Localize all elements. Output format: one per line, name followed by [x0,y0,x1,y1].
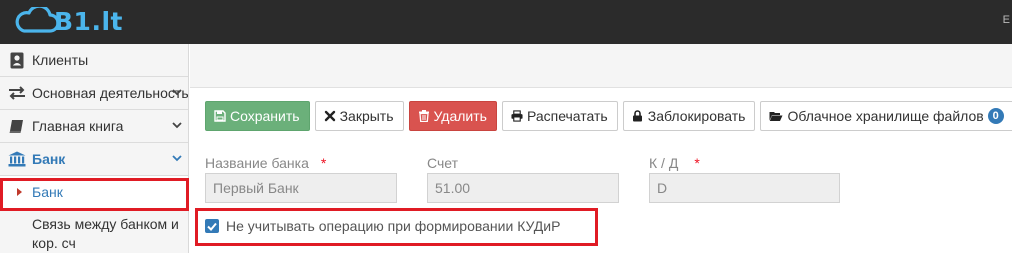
file-count-badge: 0 [987,108,1004,124]
lock-button[interactable]: Заблокировать [622,101,756,131]
sidebar-item-bank[interactable]: Банк [0,143,188,176]
kudir-exclude-option[interactable]: Не учитывать операцию при формировании К… [205,218,560,234]
trash-icon [418,110,430,122]
sidebar-subitem-bank[interactable]: Банк [0,176,188,209]
logo[interactable]: B1.lt [14,3,123,39]
sidebar-item-main-activity[interactable]: Основная деятельность [0,77,188,110]
sidebar-item-clients[interactable]: Клиенты [0,44,188,77]
sidebar-item-label: Банк [32,151,66,167]
kd-label-text: К / Д [649,155,679,171]
kudir-exclude-checkbox[interactable] [205,219,219,233]
close-icon [324,110,336,122]
caret-right-icon [17,188,22,196]
sidebar: Клиенты Основная деятельность Главная кн… [0,44,189,253]
toolbar: Сохранить Закрыть Удалить Распечатать За… [205,101,1012,131]
folder-open-icon [769,110,783,122]
bank-name-label-text: Название банка [205,155,309,171]
account-label: Счет [427,155,458,171]
save-button[interactable]: Сохранить [205,101,310,131]
kd-field[interactable]: D [649,173,840,203]
cloud-storage-button[interactable]: Облачное хранилище файлов 0 [760,101,1012,131]
close-button-label: Закрыть [339,108,394,124]
lock-button-label: Заблокировать [647,108,746,124]
sidebar-subitem-bank-link[interactable]: Связь между банком и кор. сч [0,209,188,253]
top-right-menu[interactable]: E [1003,14,1010,26]
delete-button-label: Удалить [433,108,487,124]
print-button[interactable]: Распечатать [501,101,618,131]
required-mark: * [320,155,327,171]
sidebar-item-general-ledger[interactable]: Главная книга [0,110,188,143]
content-header [190,44,1012,88]
sidebar-item-label: Основная деятельность [32,85,189,101]
sidebar-subitem-label: Банк [32,184,63,200]
logo-text: B1.lt [54,6,123,36]
print-button-label: Распечатать [526,108,608,124]
cloud-storage-label: Облачное хранилище файлов [787,108,984,124]
sidebar-item-label: Клиенты [32,52,89,68]
save-icon [214,110,226,122]
checkmark-icon [207,222,217,231]
exchange-arrows-icon [8,84,26,102]
kd-label: К / Д * [649,155,700,171]
top-bar: B1.lt E [0,0,1012,44]
account-label-text: Счет [427,155,458,171]
bank-name-field[interactable]: Первый Банк [205,173,397,203]
lock-icon [632,110,644,122]
save-button-label: Сохранить [230,108,300,124]
address-book-icon [8,51,26,69]
sidebar-subitem-label: Связь между банком и кор. сч [32,216,179,251]
required-mark: * [694,155,700,171]
chevron-down-icon [172,122,182,129]
print-icon [511,110,523,122]
kudir-exclude-label: Не учитывать операцию при формировании К… [226,218,561,234]
sidebar-item-label: Главная книга [32,118,124,134]
account-field[interactable]: 51.00 [427,173,619,203]
close-button[interactable]: Закрыть [314,101,404,131]
delete-button[interactable]: Удалить [408,101,497,131]
bank-icon [8,150,26,168]
bank-name-label: Название банка * [205,155,326,171]
book-icon [8,117,26,135]
chevron-down-icon [172,155,182,162]
chevron-down-icon [172,89,182,96]
